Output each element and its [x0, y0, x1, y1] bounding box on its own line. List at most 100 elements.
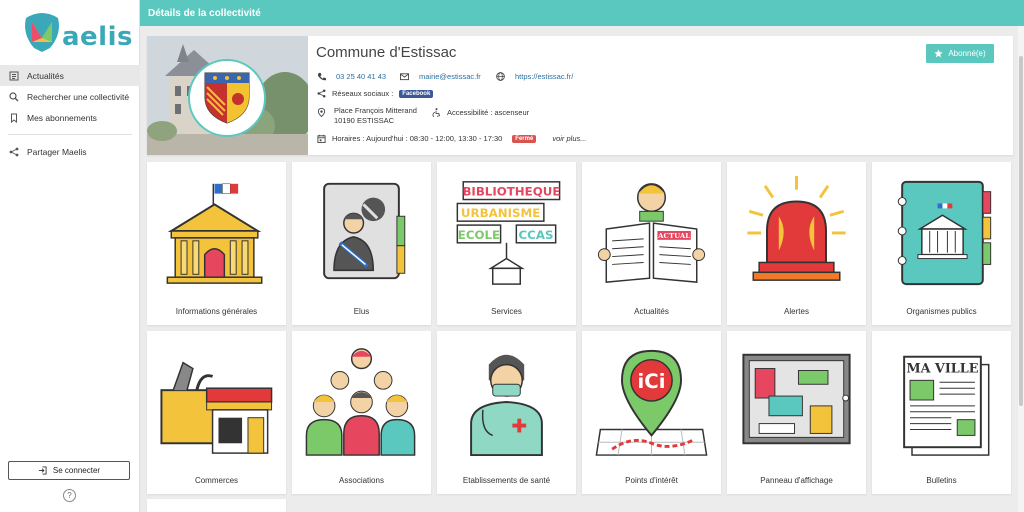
- bulletin-board-icon: [742, 353, 851, 445]
- group-people-icon: [305, 348, 416, 456]
- tile-bulletins[interactable]: MA VILLE Bulletins: [872, 331, 1011, 494]
- news-icon: [9, 71, 19, 80]
- tile-label: Associations: [339, 476, 384, 485]
- sidebar-item-rechercher[interactable]: Rechercher une collectivité: [0, 86, 140, 107]
- scrollbar[interactable]: [1018, 26, 1024, 512]
- tile-informations-generales[interactable]: Informations générales: [147, 162, 286, 325]
- email-link[interactable]: mairie@estissac.fr: [419, 72, 481, 81]
- page-header: Détails de la collectivité: [140, 0, 1024, 26]
- tile-label: Elus: [353, 307, 370, 316]
- sidebar-item-actualites[interactable]: Actualités: [0, 65, 140, 86]
- maelis-logo[interactable]: aelis: [22, 8, 132, 58]
- tile-label: Etablissements de santé: [462, 476, 551, 485]
- page-title: Détails de la collectivité: [148, 8, 261, 19]
- tile-associations[interactable]: Associations: [292, 331, 431, 494]
- tile-panneau-affichage[interactable]: Panneau d'affichage: [727, 331, 866, 494]
- tile-organismes-publics[interactable]: Organismes publics: [872, 162, 1011, 325]
- wheelchair-icon: [432, 108, 441, 117]
- newspaper-reader-icon: ACTUAL: [597, 183, 706, 283]
- closed-badge: Fermé: [512, 134, 537, 143]
- commune-info-card: Commune d'Estissac Abonné(e) 03 25 40 41…: [147, 36, 1013, 155]
- star-icon: [934, 49, 943, 58]
- scrollbar-thumb[interactable]: [1019, 56, 1023, 406]
- tile-alertes[interactable]: Alertes: [727, 162, 866, 325]
- town-hall-photo: [147, 36, 308, 155]
- sidebar-nav: Actualités Rechercher une collectivité M…: [0, 65, 140, 162]
- help-icon[interactable]: ?: [63, 489, 76, 502]
- ici-label: iCi: [638, 370, 666, 393]
- alarm-light-icon: [747, 175, 846, 281]
- town-hall-icon: [166, 183, 263, 284]
- phone-link[interactable]: 03 25 40 41 43: [336, 72, 386, 81]
- sign-ecole: ECOLE: [458, 228, 500, 242]
- login-button[interactable]: Se connecter: [8, 461, 130, 480]
- sign-bibliotheque: BIBLIOTHEQUE: [462, 185, 560, 199]
- tile-label: Panneau d'affichage: [760, 476, 833, 485]
- hours-row: Horaires : Aujourd'hui : 08:30 - 12:00, …: [317, 134, 587, 143]
- tile-label: Actualités: [634, 307, 669, 316]
- newspaper-headline: ACTUAL: [657, 232, 690, 240]
- see-more-link[interactable]: voir plus...: [552, 134, 586, 143]
- accessibility-text: Accessibilité : ascenseur: [447, 108, 530, 117]
- login-icon: [38, 466, 47, 475]
- tile-label: Alertes: [784, 307, 809, 316]
- email-row: mairie@estissac.fr: [400, 72, 481, 81]
- sidebar: aelis Actualités Rechercher une collecti…: [0, 0, 140, 512]
- hours-text: Horaires : Aujourd'hui : 08:30 - 12:00, …: [332, 134, 503, 143]
- tile-partial[interactable]: [147, 499, 286, 512]
- address-line2: 10190 ESTISSAC: [334, 116, 395, 125]
- tile-label: Bulletins: [926, 476, 957, 485]
- sign-ccas: CCAS: [519, 228, 554, 242]
- maelis-logo-icon: [25, 13, 59, 52]
- location-pin-icon: [317, 108, 326, 117]
- address-text: Place François Mitterand 10190 ESTISSAC: [334, 106, 417, 126]
- tile-label: Commerces: [194, 476, 239, 485]
- tile-label: Informations générales: [175, 307, 258, 316]
- email-icon: [400, 73, 409, 81]
- login-button-label: Se connecter: [52, 466, 101, 475]
- commune-name: Commune d'Estissac: [316, 44, 457, 61]
- sidebar-item-label: Rechercher une collectivité: [27, 91, 130, 102]
- bookmark-icon: [11, 113, 17, 123]
- doctor-icon: [470, 354, 543, 457]
- public-bodies-binder-icon: [897, 180, 992, 286]
- sidebar-divider: [8, 134, 132, 135]
- facebook-badge[interactable]: Facebook: [399, 89, 434, 98]
- magazine-icon: MA VILLE: [903, 355, 990, 456]
- tile-etablissements-sante[interactable]: Etablissements de santé: [437, 331, 576, 494]
- coat-of-arms: [188, 59, 266, 137]
- tile-actualites[interactable]: ACTUAL Actualités: [582, 162, 721, 325]
- services-signs-icon: BIBLIOTHEQUE URBANISME ECOLE CCAS: [456, 181, 560, 285]
- elected-official-icon: [323, 182, 406, 280]
- map-pin-icon: iCi: [595, 349, 708, 456]
- follow-button-label: Abonné(e): [948, 49, 986, 58]
- shop-toolbox-icon: [160, 361, 273, 454]
- address-row: Place François Mitterand 10190 ESTISSAC: [317, 106, 417, 126]
- sidebar-item-label: Actualités: [27, 70, 64, 81]
- magazine-title: MA VILLE: [906, 361, 978, 376]
- coat-of-arms-icon: [204, 72, 250, 124]
- calendar-icon: [317, 134, 326, 143]
- share-icon: [9, 147, 19, 156]
- sidebar-item-partager[interactable]: Partager Maelis: [0, 141, 140, 162]
- tile-services[interactable]: BIBLIOTHEQUE URBANISME ECOLE CCAS Servic…: [437, 162, 576, 325]
- search-icon: [9, 91, 19, 101]
- social-label: Réseaux sociaux :: [332, 89, 394, 98]
- share-icon: [317, 89, 326, 98]
- accessibility-row: Accessibilité : ascenseur: [432, 108, 529, 117]
- website-row: https://estissac.fr/: [496, 72, 573, 81]
- tile-commerces[interactable]: Commerces: [147, 331, 286, 494]
- phone-row: 03 25 40 41 43: [317, 72, 386, 81]
- tile-label: Services: [491, 307, 522, 316]
- social-row: Réseaux sociaux : Facebook: [317, 89, 434, 98]
- website-link[interactable]: https://estissac.fr/: [515, 72, 573, 81]
- phone-icon: [317, 72, 326, 81]
- logo-text: aelis: [62, 22, 133, 52]
- follow-button[interactable]: Abonné(e): [926, 44, 994, 63]
- tile-label: Points d'intérêt: [625, 476, 678, 485]
- sidebar-item-label: Partager Maelis: [27, 146, 87, 157]
- sidebar-item-abonnements[interactable]: Mes abonnements: [0, 107, 140, 128]
- sign-urbanisme: URBANISME: [461, 206, 540, 220]
- tile-elus[interactable]: Elus: [292, 162, 431, 325]
- tile-points-interet[interactable]: iCi Points d'intérêt: [582, 331, 721, 494]
